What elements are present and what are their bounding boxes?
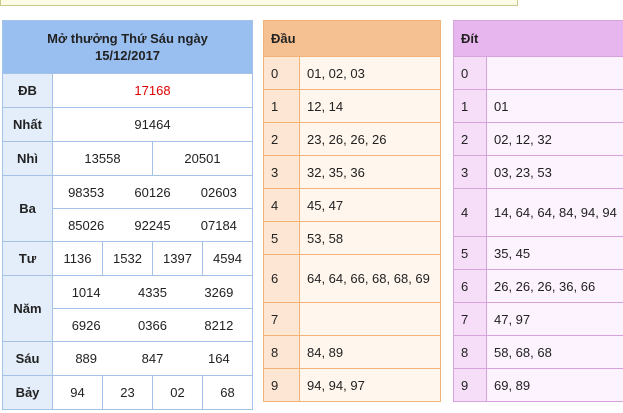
prize-bay-value: 68 (201, 375, 254, 410)
dau-key: 2 (263, 122, 300, 156)
prize-label-nhi: Nhì (2, 141, 53, 176)
prize-label-nam: Năm (2, 275, 53, 342)
prize-label-ba: Ba (2, 175, 53, 242)
dit-value: 26, 26, 26, 36, 66 (486, 269, 623, 303)
prize-ba-value: 98353 (68, 184, 105, 200)
prize-ba-value: 02603 (200, 184, 237, 200)
prize-sau-value: 847 (141, 351, 164, 366)
prize-nhat-value: 91464 (51, 107, 254, 142)
prize-nam-value: 3269 (204, 284, 234, 300)
dit-value: 69, 89 (486, 368, 623, 402)
prize-db-value: 17168 (51, 73, 254, 108)
prize-nam-value: 1014 (71, 284, 101, 300)
dau-value: 45, 47 (299, 188, 441, 222)
results-title: Mở thưởng Thứ Sáu ngày 15/12/2017 (1, 20, 254, 74)
prize-bay-value: 02 (152, 375, 203, 410)
prize-nam-value: 4335 (138, 284, 167, 300)
prize-tu-value: 1397 (152, 241, 203, 276)
dit-key: 1 (453, 89, 487, 123)
dit-key: 2 (453, 122, 487, 156)
dit-value (486, 56, 623, 90)
dau-key: 9 (263, 368, 300, 402)
dit-value: 01 (486, 89, 623, 123)
dau-key: 8 (263, 335, 300, 369)
prize-sau-value: 889 (75, 351, 98, 366)
prize-tu-value: 1532 (102, 241, 153, 276)
dau-key: 4 (263, 188, 300, 222)
results-table: Mở thưởng Thứ Sáu ngày 15/12/2017 ĐB 171… (1, 20, 254, 410)
top-strip (0, 0, 518, 6)
dau-value: 64, 64, 66, 68, 68, 69 (299, 254, 441, 303)
prize-tu-value: 1136 (52, 241, 103, 276)
dau-value: 32, 35, 36 (299, 155, 441, 189)
prize-nam-value: 8212 (204, 317, 234, 333)
dit-header: Đít (453, 20, 623, 57)
dau-key: 5 (263, 221, 300, 255)
dit-key: 6 (453, 269, 487, 303)
dit-key: 5 (453, 236, 487, 270)
dau-key: 3 (263, 155, 300, 189)
prize-nhi-value: 20501 (151, 141, 254, 176)
dit-value: 14, 64, 64, 84, 94, 94 (486, 188, 623, 237)
dau-table: Đầu 0 01, 02, 03 1 12, 14 2 23, 26, 26, 26 … (263, 20, 441, 402)
prize-label-bay: Bảy (2, 375, 53, 410)
prize-ba-value: 07184 (200, 217, 237, 233)
prize-bay-value: 94 (52, 375, 103, 410)
prize-nhi-value: 13558 (52, 141, 153, 176)
dit-key: 7 (453, 302, 487, 336)
dit-key: 0 (453, 56, 487, 90)
dit-key: 9 (453, 368, 487, 402)
results-title-date: 15/12/2017 (94, 48, 161, 63)
prize-tu-value: 4594 (201, 241, 254, 276)
dit-key: 4 (453, 188, 487, 237)
dit-key: 8 (453, 335, 487, 369)
prize-label-db: ĐB (2, 73, 53, 108)
prize-ba-value: 60126 (134, 184, 171, 200)
dit-value: 35, 45 (486, 236, 623, 270)
dau-key: 7 (263, 302, 300, 336)
dau-key: 6 (263, 254, 300, 303)
dit-key: 3 (453, 155, 487, 189)
dit-value: 58, 68, 68 (486, 335, 623, 369)
results-title-line1: Mở thưởng Thứ Sáu ngày (47, 31, 208, 46)
dau-value: 01, 02, 03 (299, 56, 441, 90)
prize-bay-value: 23 (102, 375, 153, 410)
prize-nam-value: 0366 (138, 317, 167, 333)
dau-value: 84, 89 (299, 335, 441, 369)
dau-key: 0 (263, 56, 300, 90)
dau-value: 12, 14 (299, 89, 441, 123)
dau-value: 53, 58 (299, 221, 441, 255)
dau-value (299, 302, 441, 336)
prize-label-sau: Sáu (2, 341, 53, 376)
dau-key: 1 (263, 89, 300, 123)
dau-header: Đầu (263, 20, 441, 57)
dit-value: 47, 97 (486, 302, 623, 336)
prize-label-tu: Tư (2, 241, 53, 276)
dit-table: Đít 0 1 01 2 02, 12, 32 3 03, 23, 53 4 14, 6… (453, 20, 623, 402)
prize-ba-value: 85026 (68, 217, 105, 233)
dit-value: 02, 12, 32 (486, 122, 623, 156)
dau-value: 94, 94, 97 (299, 368, 441, 402)
dau-value: 23, 26, 26, 26 (299, 122, 441, 156)
prize-label-nhat: Nhất (2, 107, 53, 142)
prize-ba-value: 92245 (134, 217, 171, 233)
dit-value: 03, 23, 53 (486, 155, 623, 189)
prize-nam-value: 6926 (71, 317, 101, 333)
prize-sau-value: 164 (207, 351, 230, 366)
